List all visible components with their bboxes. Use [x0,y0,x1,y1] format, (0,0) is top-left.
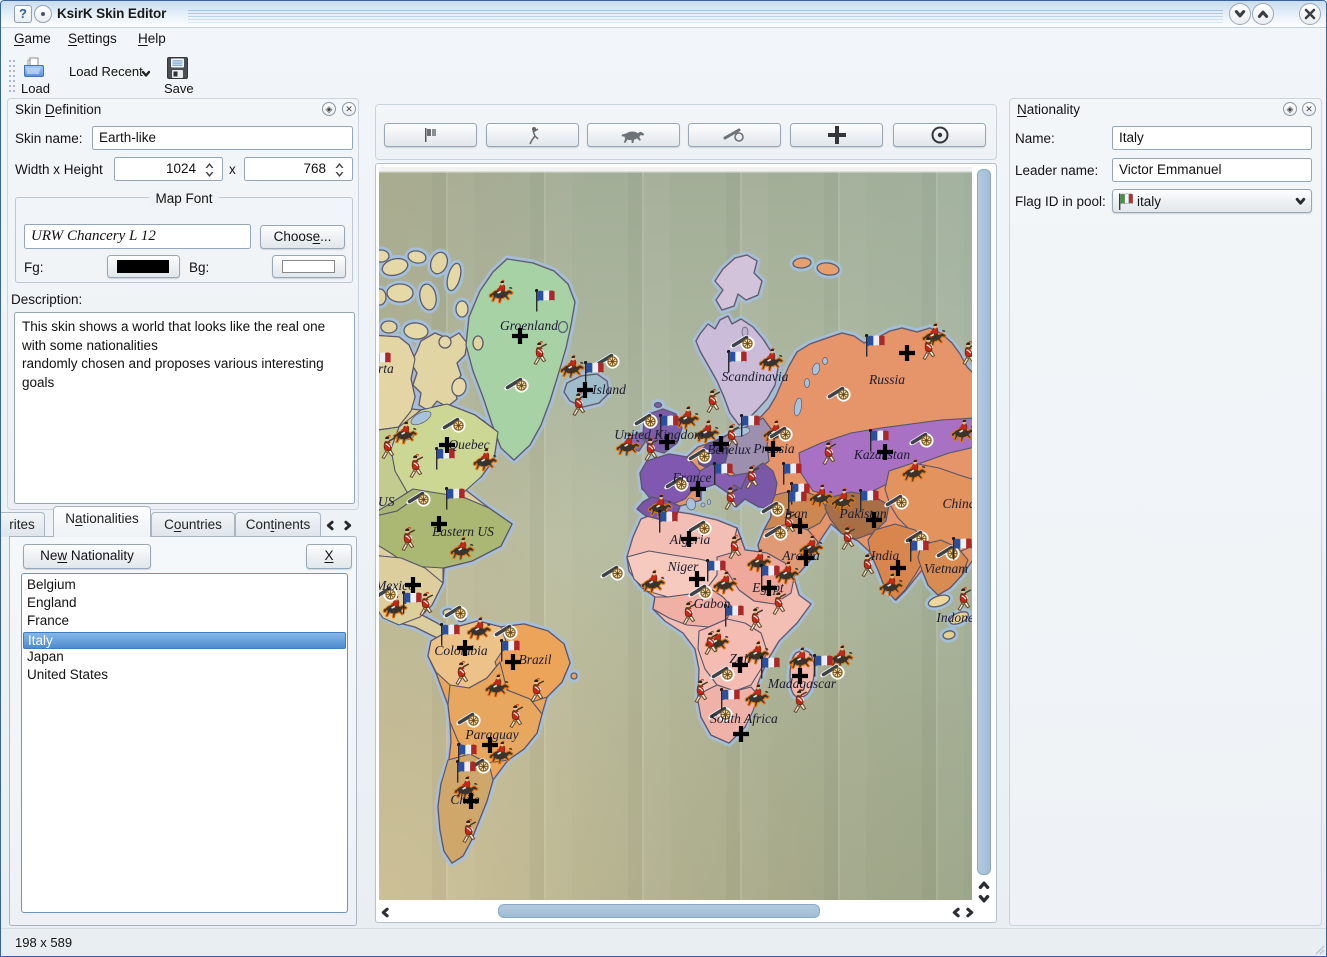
svg-text:China: China [942,496,972,511]
svg-text:Groenland: Groenland [500,318,558,333]
svg-text:Kazakstan: Kazakstan [853,447,911,462]
svg-text:Vietnam: Vietnam [924,561,968,576]
svg-text:France: France [672,470,712,485]
svg-text:Gabon: Gabon [694,596,731,611]
svg-text:United Kingdom: United Kingdom [614,427,704,442]
svg-text:Russia: Russia [868,372,905,387]
svg-text:Niger: Niger [667,559,699,574]
svg-text:Island: Island [591,382,626,397]
svg-text:Colombia: Colombia [434,643,488,658]
svg-text:Brazil: Brazil [518,652,551,667]
svg-text:Arabia: Arabia [781,548,820,563]
svg-text:rta: rta [379,361,394,376]
svg-text:South Africa: South Africa [710,711,778,726]
svg-text:India: India [870,548,900,563]
svg-text:US: US [379,494,395,509]
svg-text:Scandinavia: Scandinavia [722,369,789,384]
svg-text:Iran: Iran [783,506,807,521]
svg-text:Indonesia: Indonesia [935,610,972,625]
